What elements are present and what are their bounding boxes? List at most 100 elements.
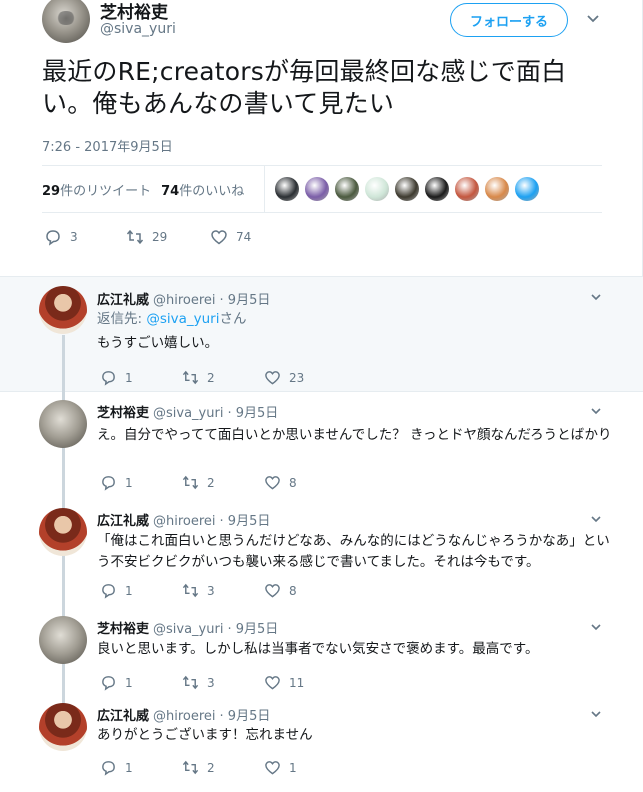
reply-button[interactable]: 1: [100, 369, 182, 386]
like-button[interactable]: 23: [264, 369, 346, 386]
chevron-down-icon[interactable]: [586, 12, 600, 26]
tweet-timestamp[interactable]: 7:26 - 2017年9月5日: [42, 136, 173, 155]
reply-header: 広江礼威 @hiroerei · 9月5日: [97, 289, 270, 308]
reply-author-name[interactable]: 広江礼威: [97, 293, 149, 308]
reply-tweet[interactable]: 芝村裕吏 @siva_yuri · 9月5日 え。自分でやってて面白いとか思いませんで…: [0, 392, 643, 500]
reply-button[interactable]: 3: [44, 228, 126, 246]
author-name[interactable]: 芝村裕吏: [100, 0, 168, 23]
retweet-button[interactable]: 2: [182, 474, 264, 491]
retweet-icon: [182, 370, 199, 385]
reply-author-handle[interactable]: @hiroerei: [153, 514, 216, 529]
reply-author-handle[interactable]: @hiroerei: [153, 709, 216, 724]
liker-avatar[interactable]: [515, 177, 539, 201]
reply-to-handle[interactable]: @siva_yuri: [146, 311, 219, 327]
liker-avatar[interactable]: [425, 177, 449, 201]
reply-author-name[interactable]: 広江礼威: [97, 709, 149, 724]
reply-actions: 1 2 23: [100, 369, 346, 386]
retweet-button[interactable]: 29: [126, 228, 210, 246]
reply-icon: [102, 584, 115, 599]
reply-icon: [102, 371, 115, 386]
reply-text: 「俺はこれ面白いと思うんだけどなあ、みんな的にはどうなんじゃろうかなあ」という不…: [97, 533, 610, 570]
like-count: 23: [289, 370, 305, 385]
liker-avatars: [275, 177, 539, 201]
liker-avatar[interactable]: [485, 177, 509, 201]
reply-header: 芝村裕吏 @siva_yuri · 9月5日: [97, 402, 278, 421]
retweet-count: 29: [152, 230, 168, 244]
reply-button[interactable]: 1: [100, 674, 182, 691]
follow-button[interactable]: フォローする: [450, 3, 568, 37]
avatar[interactable]: [39, 508, 87, 556]
chevron-down-icon[interactable]: [590, 405, 602, 417]
reply-count: 1: [125, 583, 133, 598]
reply-actions: 1 3 8: [100, 582, 346, 599]
reply-date[interactable]: · 9月5日: [227, 406, 278, 421]
liker-avatar[interactable]: [275, 177, 299, 201]
reply-count: 1: [125, 475, 133, 490]
like-button[interactable]: 1: [264, 759, 346, 776]
reply-button[interactable]: 1: [100, 582, 182, 599]
heart-icon: [211, 230, 227, 245]
avatar[interactable]: [39, 703, 87, 751]
retweet-count: 3: [207, 675, 215, 690]
like-button[interactable]: 8: [264, 474, 346, 491]
reply-text: 良いと思います。しかし私は当事者でない気安さで褒めます。最高です。: [97, 641, 539, 657]
retweet-button[interactable]: 3: [182, 582, 264, 599]
avatar[interactable]: [39, 616, 87, 664]
reply-date[interactable]: · 9月5日: [227, 622, 278, 637]
chevron-down-icon[interactable]: [590, 621, 602, 633]
reply-author-handle[interactable]: @hiroerei: [153, 293, 216, 308]
like-count: 11: [289, 675, 305, 690]
tweet-text: 最近のRE;creatorsが毎回最終回な感じで面白い。俺もあんなの書いて見たい: [42, 57, 567, 118]
reply-date[interactable]: · 9月5日: [220, 514, 271, 529]
retweet-button[interactable]: 2: [182, 759, 264, 776]
reply-author-name[interactable]: 広江礼威: [97, 514, 149, 529]
like-button[interactable]: 74: [210, 228, 251, 246]
reply-actions: 1 2 1: [100, 759, 346, 776]
author-avatar[interactable]: [42, 0, 90, 43]
reply-author-handle[interactable]: @siva_yuri: [153, 622, 223, 637]
heart-icon: [265, 584, 280, 598]
like-button[interactable]: 11: [264, 674, 346, 691]
like-button[interactable]: 8: [264, 582, 346, 599]
chevron-down-icon[interactable]: [590, 291, 602, 303]
retweet-button[interactable]: 3: [182, 674, 264, 691]
retweet-stat[interactable]: 29件のリツイート: [42, 184, 151, 199]
liker-avatar[interactable]: [395, 177, 419, 201]
retweet-label: 件のリツイート: [60, 184, 152, 199]
reply-button[interactable]: 1: [100, 759, 182, 776]
reply-author-handle[interactable]: @siva_yuri: [153, 406, 223, 421]
like-stat[interactable]: 74件のいいね: [161, 184, 244, 199]
retweet-count: 2: [207, 760, 215, 775]
reply-button[interactable]: 1: [100, 474, 182, 491]
liker-avatar[interactable]: [305, 177, 329, 201]
reply-date[interactable]: · 9月5日: [220, 709, 271, 724]
reply-count: 1: [125, 370, 133, 385]
reply-tweet[interactable]: 広江礼威 @hiroerei · 9月5日「俺はこれ面白いと思うんだけどなあ、みんな…: [0, 500, 643, 608]
reply-tweet[interactable]: 広江礼威 @hiroerei · 9月5日 返信先: @siva_yuriさん もうすご…: [0, 276, 643, 393]
reply-count: 1: [125, 760, 133, 775]
heart-icon: [265, 676, 280, 690]
author-handle[interactable]: @siva_yuri: [100, 21, 176, 37]
reply-tweet[interactable]: 芝村裕吏 @siva_yuri · 9月5日良いと思います。しかし私は当事者でない気…: [0, 608, 643, 695]
divider: [42, 165, 602, 166]
retweet-button[interactable]: 2: [182, 369, 264, 386]
avatar[interactable]: [39, 400, 87, 448]
liker-avatar[interactable]: [335, 177, 359, 201]
liker-avatar[interactable]: [365, 177, 389, 201]
reply-header: 芝村裕吏 @siva_yuri · 9月5日: [97, 618, 278, 637]
like-count: 8: [289, 475, 297, 490]
reply-tweet[interactable]: 広江礼威 @hiroerei · 9月5日 ありがとうございます！忘れません 1 2 1: [0, 695, 643, 792]
reply-actions: 1 2 8: [100, 474, 346, 491]
like-count: 74: [161, 184, 180, 199]
reply-count: 1: [125, 675, 133, 690]
reply-to-label: 返信先:: [97, 311, 147, 327]
avatar[interactable]: [39, 286, 87, 334]
reply-author-name[interactable]: 芝村裕吏: [97, 406, 149, 421]
reply-author-name[interactable]: 芝村裕吏: [97, 622, 149, 637]
chevron-down-icon[interactable]: [590, 708, 602, 720]
reply-date[interactable]: · 9月5日: [220, 293, 271, 308]
reply-icon: [102, 676, 115, 691]
liker-avatar[interactable]: [455, 177, 479, 201]
reply-text: もうすごい嬉しい。: [97, 335, 219, 351]
chevron-down-icon[interactable]: [590, 513, 602, 525]
